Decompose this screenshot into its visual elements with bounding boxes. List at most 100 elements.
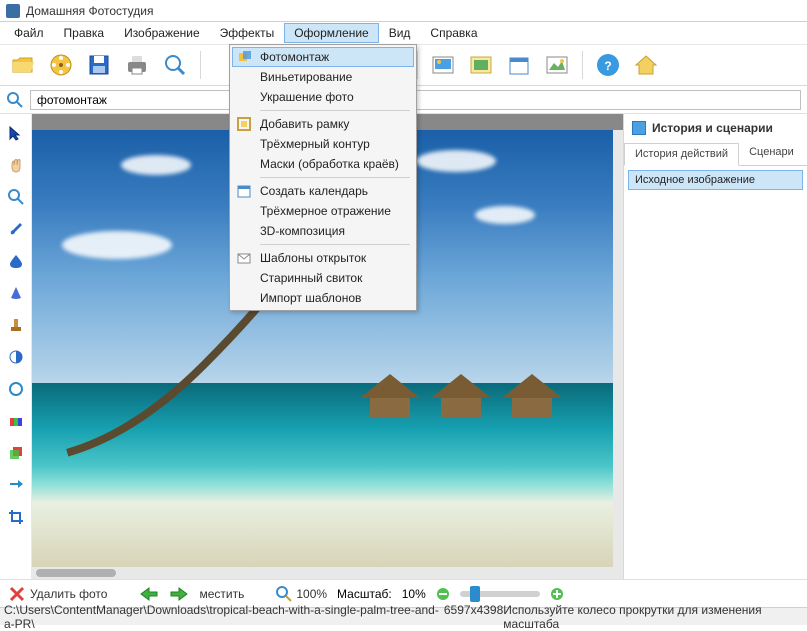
menu-add-frame[interactable]: Добавить рамку: [232, 114, 414, 134]
redo-button[interactable]: [169, 586, 189, 602]
menu-composition-3d[interactable]: 3D-композиция: [232, 221, 414, 241]
menu-calendar[interactable]: Создать календарь: [232, 181, 414, 201]
panel-header: История и сценарии: [624, 114, 807, 142]
picture-button-3[interactable]: [540, 48, 574, 82]
menu-item-label: 3D-композиция: [260, 224, 345, 238]
menu-item-label: Импорт шаблонов: [260, 291, 361, 305]
right-panel: История и сценарии История действий Сцен…: [623, 114, 807, 579]
open-button[interactable]: [6, 48, 40, 82]
tab-scenarios[interactable]: Сценари: [739, 142, 804, 165]
delete-photo-button[interactable]: Удалить фото: [8, 585, 107, 603]
menu-item-label: Старинный свиток: [260, 271, 362, 285]
menu-item-label: Шаблоны открыток: [260, 251, 366, 265]
gradient-icon: [8, 413, 24, 429]
picture-button-1[interactable]: [426, 48, 460, 82]
menu-view[interactable]: Вид: [379, 23, 421, 43]
minus-icon: [436, 587, 450, 601]
folder-open-icon: [10, 52, 36, 78]
picture-icon: [430, 52, 456, 78]
calendar-icon: [506, 52, 532, 78]
design-dropdown: Фотомонтаж Виньетирование Украшение фото…: [229, 44, 417, 311]
calendar-button[interactable]: [502, 48, 536, 82]
menu-vignetting[interactable]: Виньетирование: [232, 67, 414, 87]
contrast-icon: [8, 349, 24, 365]
scrollbar-thumb[interactable]: [36, 569, 116, 577]
menu-item-label: Украшение фото: [260, 90, 354, 104]
menu-edit[interactable]: Правка: [54, 23, 115, 43]
zoom-slider-thumb[interactable]: [470, 586, 480, 602]
circle-icon: [8, 381, 24, 397]
cone-tool[interactable]: [5, 282, 27, 304]
zoom-tool[interactable]: [5, 186, 27, 208]
magnifier-icon: [8, 189, 24, 205]
zoom-in-button[interactable]: [550, 587, 564, 601]
stamp-icon: [8, 317, 24, 333]
help-button[interactable]: ?: [591, 48, 625, 82]
menu-file[interactable]: Файл: [4, 23, 54, 43]
zoom-button[interactable]: [158, 48, 192, 82]
cloud: [121, 155, 191, 175]
undo-button[interactable]: [139, 586, 159, 602]
menu-photomontage[interactable]: Фотомонтаж: [232, 47, 414, 67]
zoom-100-button[interactable]: 100%: [276, 586, 327, 602]
zoom-100-label: 100%: [296, 587, 327, 601]
layers-tool[interactable]: [5, 442, 27, 464]
menu-old-scroll[interactable]: Старинный свиток: [232, 268, 414, 288]
hut: [512, 398, 552, 418]
search-icon: [6, 91, 24, 109]
contrast-tool[interactable]: [5, 346, 27, 368]
save-button[interactable]: [82, 48, 116, 82]
menu-item-label: Создать календарь: [260, 184, 368, 198]
menu-decoration[interactable]: Украшение фото: [232, 87, 414, 107]
history-icon: [632, 121, 646, 135]
zoom-out-button[interactable]: [436, 587, 450, 601]
crop-tool[interactable]: [5, 506, 27, 528]
vertical-scrollbar[interactable]: [613, 130, 623, 567]
menu-item-label: Виньетирование: [260, 70, 352, 84]
plus-icon: [550, 587, 564, 601]
menu-postcard-templates[interactable]: Шаблоны открыток: [232, 248, 414, 268]
print-button[interactable]: [120, 48, 154, 82]
horizontal-scrollbar[interactable]: [32, 567, 623, 579]
menu-separator: [260, 244, 410, 245]
home-button[interactable]: [629, 48, 663, 82]
swap-tool[interactable]: [5, 474, 27, 496]
picture-button-2[interactable]: [464, 48, 498, 82]
menu-masks[interactable]: Маски (обработка краёв): [232, 154, 414, 174]
menu-help[interactable]: Справка: [420, 23, 487, 43]
tab-history[interactable]: История действий: [624, 143, 739, 166]
menu-item-label: Трёхмерное отражение: [260, 204, 391, 218]
stamp-tool[interactable]: [5, 314, 27, 336]
history-item-original[interactable]: Исходное изображение: [628, 170, 803, 190]
arrow-right-icon: [169, 586, 189, 602]
gradient-tool[interactable]: [5, 410, 27, 432]
cloud: [416, 150, 496, 172]
status-bar: C:\Users\ContentManager\Downloads\tropic…: [0, 607, 807, 625]
menu-import-templates[interactable]: Импорт шаблонов: [232, 288, 414, 308]
menu-effects[interactable]: Эффекты: [210, 23, 285, 43]
pointer-tool[interactable]: [5, 122, 27, 144]
crop-icon: [8, 509, 24, 525]
circle-tool[interactable]: [5, 378, 27, 400]
menu-contour-3d[interactable]: Трёхмерный контур: [232, 134, 414, 154]
cone-icon: [8, 285, 24, 301]
hand-tool[interactable]: [5, 154, 27, 176]
magnifier-icon: [162, 52, 188, 78]
zoom-slider[interactable]: [460, 591, 540, 597]
menu-image[interactable]: Изображение: [114, 23, 210, 43]
toolbar-separator: [582, 51, 583, 79]
delete-icon: [8, 585, 26, 603]
brush-tool[interactable]: [5, 218, 27, 240]
menu-reflection-3d[interactable]: Трёхмерное отражение: [232, 201, 414, 221]
menu-design[interactable]: Оформление: [284, 23, 378, 43]
film-button[interactable]: [44, 48, 78, 82]
app-title: Домашняя Фотостудия: [26, 4, 153, 18]
hut: [441, 398, 481, 418]
status-path: C:\Users\ContentManager\Downloads\tropic…: [4, 603, 440, 631]
frame-icon: [236, 116, 252, 132]
floppy-disk-icon: [86, 52, 112, 78]
svg-text:?: ?: [604, 59, 611, 73]
drop-tool[interactable]: [5, 250, 27, 272]
hut: [370, 398, 410, 418]
app-icon: [6, 4, 20, 18]
